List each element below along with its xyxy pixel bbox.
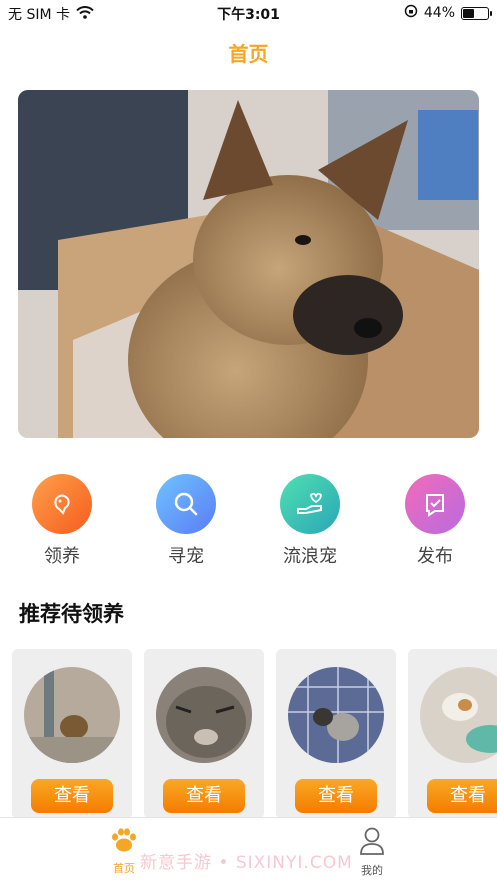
action-adopt-label: 领养 [44,546,80,567]
pet-photo [420,667,497,763]
search-pet-icon [156,474,216,534]
hero-image[interactable] [18,90,479,438]
paw-icon [108,828,140,858]
section-title: 推荐待领养 [19,602,124,626]
pet-card[interactable]: 查看 [12,649,132,817]
publish-icon [405,474,465,534]
battery-percent: 44% [423,5,455,21]
view-button[interactable]: 查看 [295,779,377,813]
quick-actions: 领养 寻宠 流浪宠 发布 [0,474,497,574]
pet-photo [24,667,120,763]
action-stray-pet-label: 流浪宠 [283,546,337,567]
action-publish-label: 发布 [417,546,453,567]
view-button[interactable]: 查看 [163,779,245,813]
action-search-pet-label: 寻宠 [168,546,204,567]
adopt-icon [32,474,92,534]
action-stray-pet[interactable]: 流浪宠 [260,474,360,568]
tab-bar: 首页 我的 新意手游 • SIXINYI.COM [0,817,497,883]
watermark: 新意手游 • SIXINYI.COM [140,853,353,873]
pet-card[interactable]: 查看 [144,649,264,817]
pet-card[interactable]: 查看 [408,649,497,817]
user-icon [358,827,386,860]
view-button[interactable]: 查看 [31,779,113,813]
view-button[interactable]: 查看 [427,779,497,813]
battery-icon [461,6,492,20]
pet-photo [288,667,384,763]
page-title: 首页 [228,42,269,66]
status-right: 44% [404,4,492,22]
pet-card[interactable]: 查看 [276,649,396,817]
pet-photo [156,667,252,763]
battery-level [463,8,475,18]
recommend-list: 查看 查看 查看 查看 [12,649,497,817]
orientation-lock-icon [404,4,418,22]
action-search-pet[interactable]: 寻宠 [136,474,236,568]
action-adopt[interactable]: 领养 [12,474,112,568]
stray-pet-icon [280,474,340,534]
action-publish[interactable]: 发布 [385,474,485,568]
status-bar: 无 SIM 卡 下午3:01 44% [0,0,497,26]
